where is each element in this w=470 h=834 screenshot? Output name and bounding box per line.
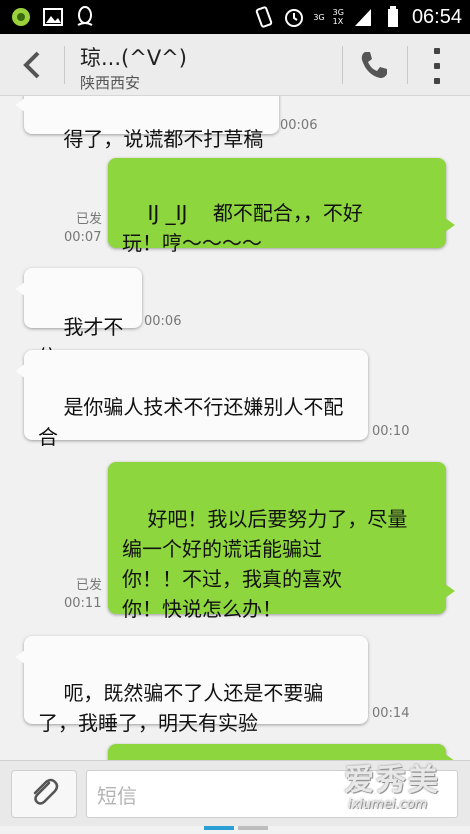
- message-text: 是你骗人技术不行还嫌别人不配 合: [38, 395, 344, 449]
- network-type-bottom: 1X: [332, 17, 344, 26]
- contact-location: 陕西西安: [80, 74, 141, 92]
- qq-icon: [74, 6, 96, 28]
- header-divider: [407, 46, 408, 84]
- attach-button[interactable]: [11, 770, 77, 818]
- app-notification-icon: [10, 6, 32, 28]
- page-indicator-active: [204, 826, 234, 830]
- back-arrow-icon[interactable]: [18, 49, 48, 81]
- message-time: 00:06: [280, 118, 318, 133]
- network-type-top: 3G: [313, 12, 325, 22]
- watermark-logo: 爱秀美 ixiumei.com: [344, 764, 462, 822]
- battery-icon: [382, 6, 404, 28]
- message-text: 得了，说谎都不打草稿: [63, 127, 264, 151]
- image-icon: [42, 6, 64, 28]
- header-divider: [342, 46, 343, 84]
- outgoing-message[interactable]: 好吧！我以后要努力了，尽量 编一个好的谎话能骗过 你！！不过，我真的喜欢 你！快…: [108, 462, 455, 621]
- vibrate-icon: [253, 6, 275, 28]
- paperclip-icon: [27, 775, 61, 813]
- sent-status: 已发: [75, 212, 102, 227]
- incoming-message[interactable]: 我才不信: [15, 268, 142, 369]
- page-indicator: [238, 826, 268, 830]
- phone-icon[interactable]: [357, 48, 391, 82]
- message-text: 好吧！我以后要努力了，尽量 编一个好的谎话能骗过 你！！不过，我真的喜欢 你！快…: [122, 507, 408, 621]
- sent-status: 已发: [75, 578, 102, 593]
- incoming-message[interactable]: 呃，既然骗不了人还是不要骗 了，我睡了，明天有实验: [15, 636, 368, 735]
- outgoing-message[interactable]: [108, 744, 455, 760]
- status-bar: 3G 3G 1X 06:54: [0, 0, 470, 34]
- network-type-stack: 3G 1X: [333, 8, 344, 26]
- message-time: 00:10: [372, 424, 410, 439]
- signal-icon: [352, 6, 374, 28]
- clock: 06:54: [411, 5, 462, 28]
- conversation-header: 琼...(^V^) 陕西西安: [0, 34, 470, 96]
- message-time: 00:06: [144, 314, 182, 329]
- message-text: IJ _IJ 都不配合，，不好 玩！哼～～～～: [122, 201, 363, 255]
- incoming-message[interactable]: 是你骗人技术不行还嫌别人不配 合: [15, 350, 368, 449]
- message-thread[interactable]: 得了，说谎都不打草稿 00:06 已发 00:07 IJ _IJ 都不配合，，不…: [0, 96, 470, 760]
- network-type-mid: 3G: [332, 8, 344, 17]
- watermark-text-en: ixiumei.com: [348, 797, 428, 812]
- overflow-menu-icon[interactable]: [431, 48, 443, 84]
- contact-name[interactable]: 琼...(^V^): [80, 42, 187, 72]
- outgoing-message[interactable]: IJ _IJ 都不配合，，不好 玩！哼～～～～: [108, 158, 455, 255]
- header-divider: [64, 46, 65, 84]
- incoming-message[interactable]: 得了，说谎都不打草稿: [15, 96, 279, 151]
- message-time: 00:14: [372, 706, 410, 721]
- message-time: 00:11: [64, 596, 102, 611]
- watermark-text-cn: 爱秀美: [344, 763, 440, 798]
- message-time: 00:07: [64, 230, 102, 245]
- message-text: 呃，既然骗不了人还是不要骗 了，我睡了，明天有实验: [38, 681, 324, 735]
- alarm-icon: [283, 6, 305, 28]
